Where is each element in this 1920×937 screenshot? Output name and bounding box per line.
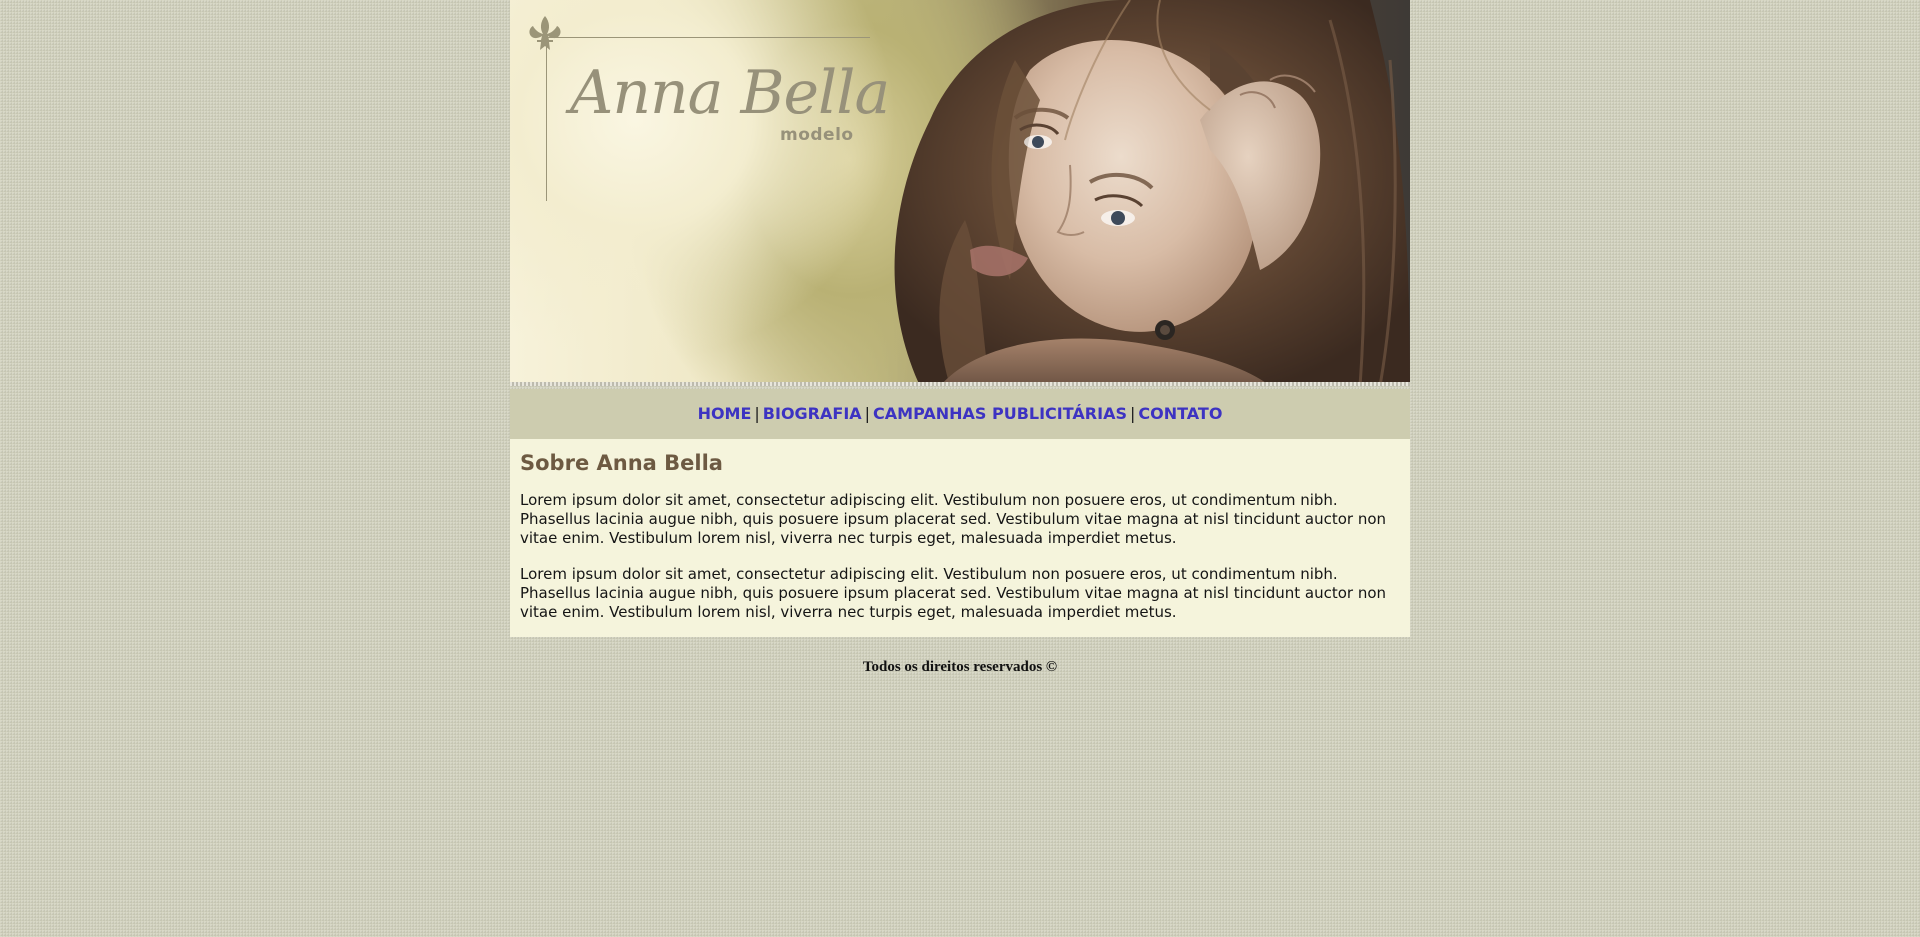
fleur-de-lis-icon bbox=[529, 16, 561, 50]
nav-separator: | bbox=[864, 404, 871, 423]
main-content: Sobre Anna Bella Lorem ipsum dolor sit a… bbox=[510, 439, 1410, 637]
nav-campanhas[interactable]: CAMPANHAS PUBLICITÁRIAS bbox=[873, 404, 1127, 423]
nav-biografia[interactable]: BIOGRAFIA bbox=[763, 404, 862, 423]
nav-contato[interactable]: CONTATO bbox=[1138, 404, 1222, 423]
header-banner: Anna Bella modelo bbox=[510, 0, 1410, 386]
nav-separator: | bbox=[754, 404, 760, 423]
footer-copyright: Todos os direitos reservados © bbox=[862, 659, 1058, 675]
logo-frame-left bbox=[546, 40, 547, 201]
page-title: Sobre Anna Bella bbox=[520, 451, 723, 475]
logo-frame-top bbox=[546, 37, 870, 38]
logo-subtitle: modelo bbox=[780, 125, 854, 145]
nav-separator: | bbox=[1129, 404, 1136, 423]
content-paragraph: Lorem ipsum dolor sit amet, consectetur … bbox=[520, 565, 1387, 621]
content-paragraph: Lorem ipsum dolor sit amet, consectetur … bbox=[520, 491, 1387, 547]
nav-home[interactable]: HOME bbox=[698, 404, 752, 423]
page-wrapper: Anna Bella modelo HOME | BIOGRAFIA | CAMPANH… bbox=[510, 0, 1410, 676]
main-nav: HOME | BIOGRAFIA | CAMPANHAS PUBLICITÁRIAS | C… bbox=[510, 389, 1410, 439]
logo-name: Anna Bella bbox=[570, 58, 890, 128]
